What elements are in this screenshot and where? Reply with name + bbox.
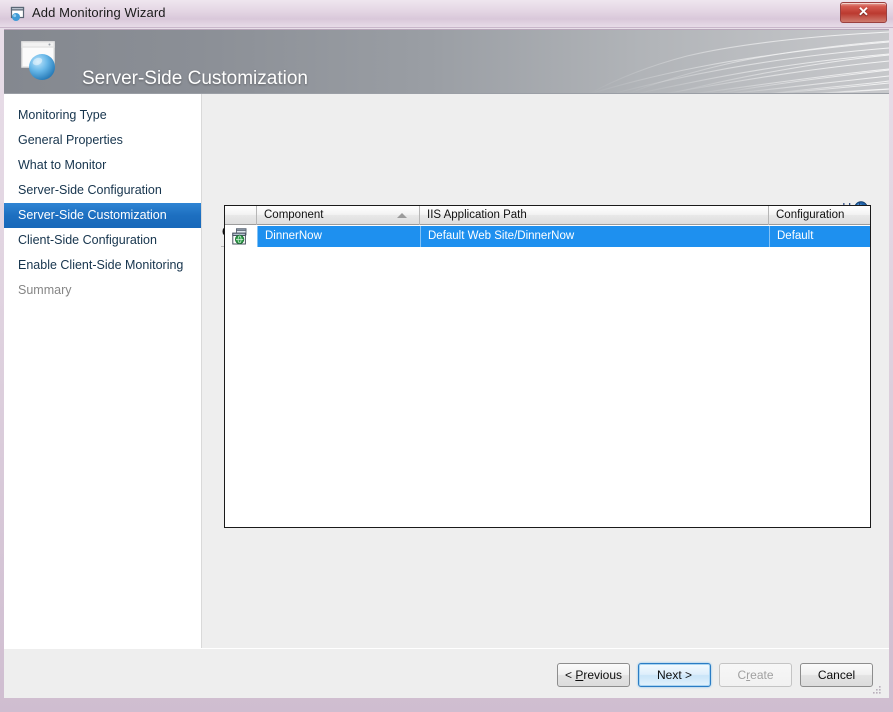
sidebar-item-client-side-configuration[interactable]: Client-Side Configuration bbox=[4, 228, 201, 253]
title-bar: Add Monitoring Wizard ✕ bbox=[0, 0, 893, 28]
cell-configuration: Default bbox=[777, 230, 814, 242]
grid-column-header-component[interactable]: Component bbox=[257, 206, 420, 225]
grid-column-label: IIS Application Path bbox=[427, 209, 527, 221]
sidebar-item-label: Client-Side Configuration bbox=[18, 233, 157, 247]
sidebar-item-label: Server-Side Customization bbox=[18, 208, 167, 222]
grid-column-label: Configuration bbox=[776, 209, 845, 221]
wizard-banner: Server-Side Customization bbox=[4, 29, 889, 93]
close-icon: ✕ bbox=[858, 4, 869, 19]
previous-label-before: < bbox=[564, 668, 576, 682]
wizard-step-sidebar: Monitoring Type General Properties What … bbox=[4, 94, 202, 649]
sidebar-item-label: Monitoring Type bbox=[18, 108, 107, 122]
sidebar-item-general-properties[interactable]: General Properties bbox=[4, 128, 201, 153]
close-button[interactable]: ✕ bbox=[840, 2, 887, 23]
row-icon-cell bbox=[225, 226, 257, 247]
create-label-before: C bbox=[737, 668, 747, 682]
sidebar-item-label: General Properties bbox=[18, 133, 123, 147]
application-window-globe-icon bbox=[18, 38, 70, 86]
previous-label-after: revious bbox=[583, 668, 623, 682]
sort-ascending-icon bbox=[397, 213, 407, 218]
sidebar-item-label: Server-Side Configuration bbox=[18, 183, 162, 197]
create-label-after: eate bbox=[750, 668, 774, 682]
sidebar-item-server-side-configuration[interactable]: Server-Side Configuration bbox=[4, 178, 201, 203]
banner-title: Server-Side Customization bbox=[82, 68, 308, 89]
sidebar-item-summary: Summary bbox=[4, 278, 201, 303]
grid-column-header-configuration[interactable]: Configuration bbox=[769, 206, 870, 225]
resize-grip-icon[interactable] bbox=[871, 683, 883, 695]
step-list: Monitoring Type General Properties What … bbox=[4, 94, 201, 303]
components-grid[interactable]: Component IIS Application Path Configura… bbox=[224, 205, 871, 528]
grid-header-row: Component IIS Application Path Configura… bbox=[225, 206, 870, 225]
wizard-window: Add Monitoring Wizard ✕ Server-Side Cust… bbox=[0, 0, 893, 712]
grid-column-header-icon[interactable] bbox=[225, 206, 257, 225]
cancel-button[interactable]: Cancel bbox=[800, 663, 873, 687]
next-button[interactable]: Next > bbox=[638, 663, 711, 687]
window-title: Add Monitoring Wizard bbox=[32, 5, 166, 20]
next-label: Next > bbox=[656, 668, 692, 682]
table-row[interactable]: DinnerNow Default Web Site/DinnerNow Def… bbox=[225, 226, 870, 247]
sidebar-item-server-side-customization[interactable]: Server-Side Customization bbox=[4, 203, 201, 228]
previous-button[interactable]: < Previous bbox=[557, 663, 630, 687]
wizard-footer: < Previous Next > Create Cancel bbox=[4, 648, 889, 698]
cell-component: DinnerNow bbox=[265, 230, 322, 242]
sidebar-item-label: What to Monitor bbox=[18, 158, 107, 172]
cancel-label: Cancel bbox=[817, 668, 856, 682]
wizard-main-pane: ? Help Customize monitoring for individu… bbox=[203, 94, 889, 648]
sidebar-item-label: Enable Client-Side Monitoring bbox=[18, 258, 184, 272]
sidebar-item-enable-client-side-monitoring[interactable]: Enable Client-Side Monitoring bbox=[4, 253, 201, 278]
wizard-window-icon bbox=[10, 6, 27, 22]
sidebar-item-label: Summary bbox=[18, 283, 72, 297]
wizard-body: Monitoring Type General Properties What … bbox=[4, 93, 889, 649]
cell-iis-application-path: Default Web Site/DinnerNow bbox=[428, 230, 575, 242]
sidebar-item-what-to-monitor[interactable]: What to Monitor bbox=[4, 153, 201, 178]
grid-column-header-iis-application-path[interactable]: IIS Application Path bbox=[420, 206, 769, 225]
sidebar-item-monitoring-type[interactable]: Monitoring Type bbox=[4, 103, 201, 128]
create-button: Create bbox=[719, 663, 792, 687]
web-application-icon bbox=[232, 228, 249, 245]
banner-mesh-decoration bbox=[589, 31, 889, 93]
grid-column-label: Component bbox=[264, 209, 324, 221]
